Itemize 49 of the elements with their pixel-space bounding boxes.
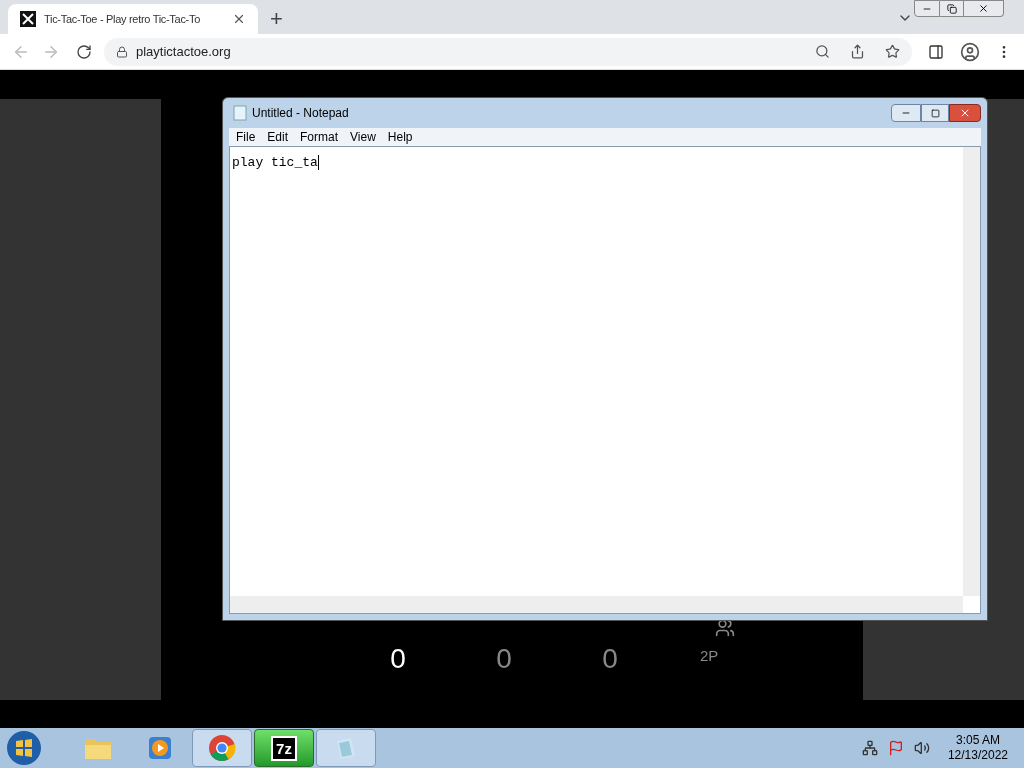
clock-date: 12/13/2022 (947, 748, 1008, 763)
menu-item[interactable]: Help (387, 128, 413, 146)
close-window-button[interactable] (949, 104, 981, 122)
bookmark-star-icon[interactable] (885, 44, 900, 59)
profile-icon[interactable] (960, 41, 980, 62)
flag-icon[interactable] (887, 740, 904, 756)
notepad-icon (233, 105, 247, 121)
menu-item[interactable]: File (236, 128, 256, 146)
clock-time: 3:05 AM (955, 733, 1000, 748)
minimize-button[interactable] (891, 104, 921, 122)
browser-logo-icon (208, 734, 236, 762)
close-icon (978, 3, 989, 14)
play-icon (147, 735, 173, 761)
window-title: Untitled - Notepad (252, 105, 349, 122)
maximize-button[interactable] (921, 104, 949, 122)
score-value: 0 (389, 645, 407, 673)
restore-icon (946, 3, 957, 14)
close-icon[interactable] (232, 12, 246, 26)
share-icon[interactable] (850, 44, 865, 59)
players-icon[interactable] (715, 618, 735, 638)
score-value: 0 (601, 645, 619, 673)
taskbar-app-button[interactable] (192, 729, 252, 767)
horizontal-scrollbar[interactable] (230, 596, 963, 613)
maximize-icon (930, 108, 940, 118)
taskbar-app-button[interactable]: 7z (254, 729, 314, 767)
tab-title: Tic-Tac-Toe - Play retro Tic-Tac-To (44, 11, 201, 27)
side-panel-icon[interactable] (928, 43, 944, 60)
site-favicon-icon (20, 11, 36, 27)
menu-item[interactable]: Edit (267, 128, 289, 146)
start-orb-icon[interactable] (4, 729, 44, 767)
document-text: play tic_ta (232, 155, 319, 170)
archive-logo: 7z (271, 735, 297, 761)
reload-icon[interactable] (76, 43, 92, 60)
menu-item[interactable]: View (350, 128, 376, 146)
lock-icon (116, 45, 128, 58)
mode-label[interactable]: 2P (700, 644, 719, 667)
speaker-icon[interactable] (913, 740, 930, 756)
text-area[interactable]: play tic_ta (229, 146, 981, 614)
vertical-scrollbar[interactable] (963, 147, 980, 596)
browser-tab[interactable]: Tic-Tac-Toe - Play retro Tic-Tac-To (8, 4, 258, 34)
score-value: 0 (495, 645, 513, 673)
network-icon[interactable] (861, 740, 878, 756)
address-bar[interactable]: playtictactoe.org (104, 37, 912, 66)
url-text: playtictactoe.org (136, 42, 231, 61)
restore-button[interactable] (940, 0, 964, 17)
close-icon (959, 107, 971, 119)
search-icon[interactable] (815, 44, 830, 59)
menu-item[interactable]: Format (300, 128, 339, 146)
new-tab-button[interactable]: + (270, 8, 283, 30)
